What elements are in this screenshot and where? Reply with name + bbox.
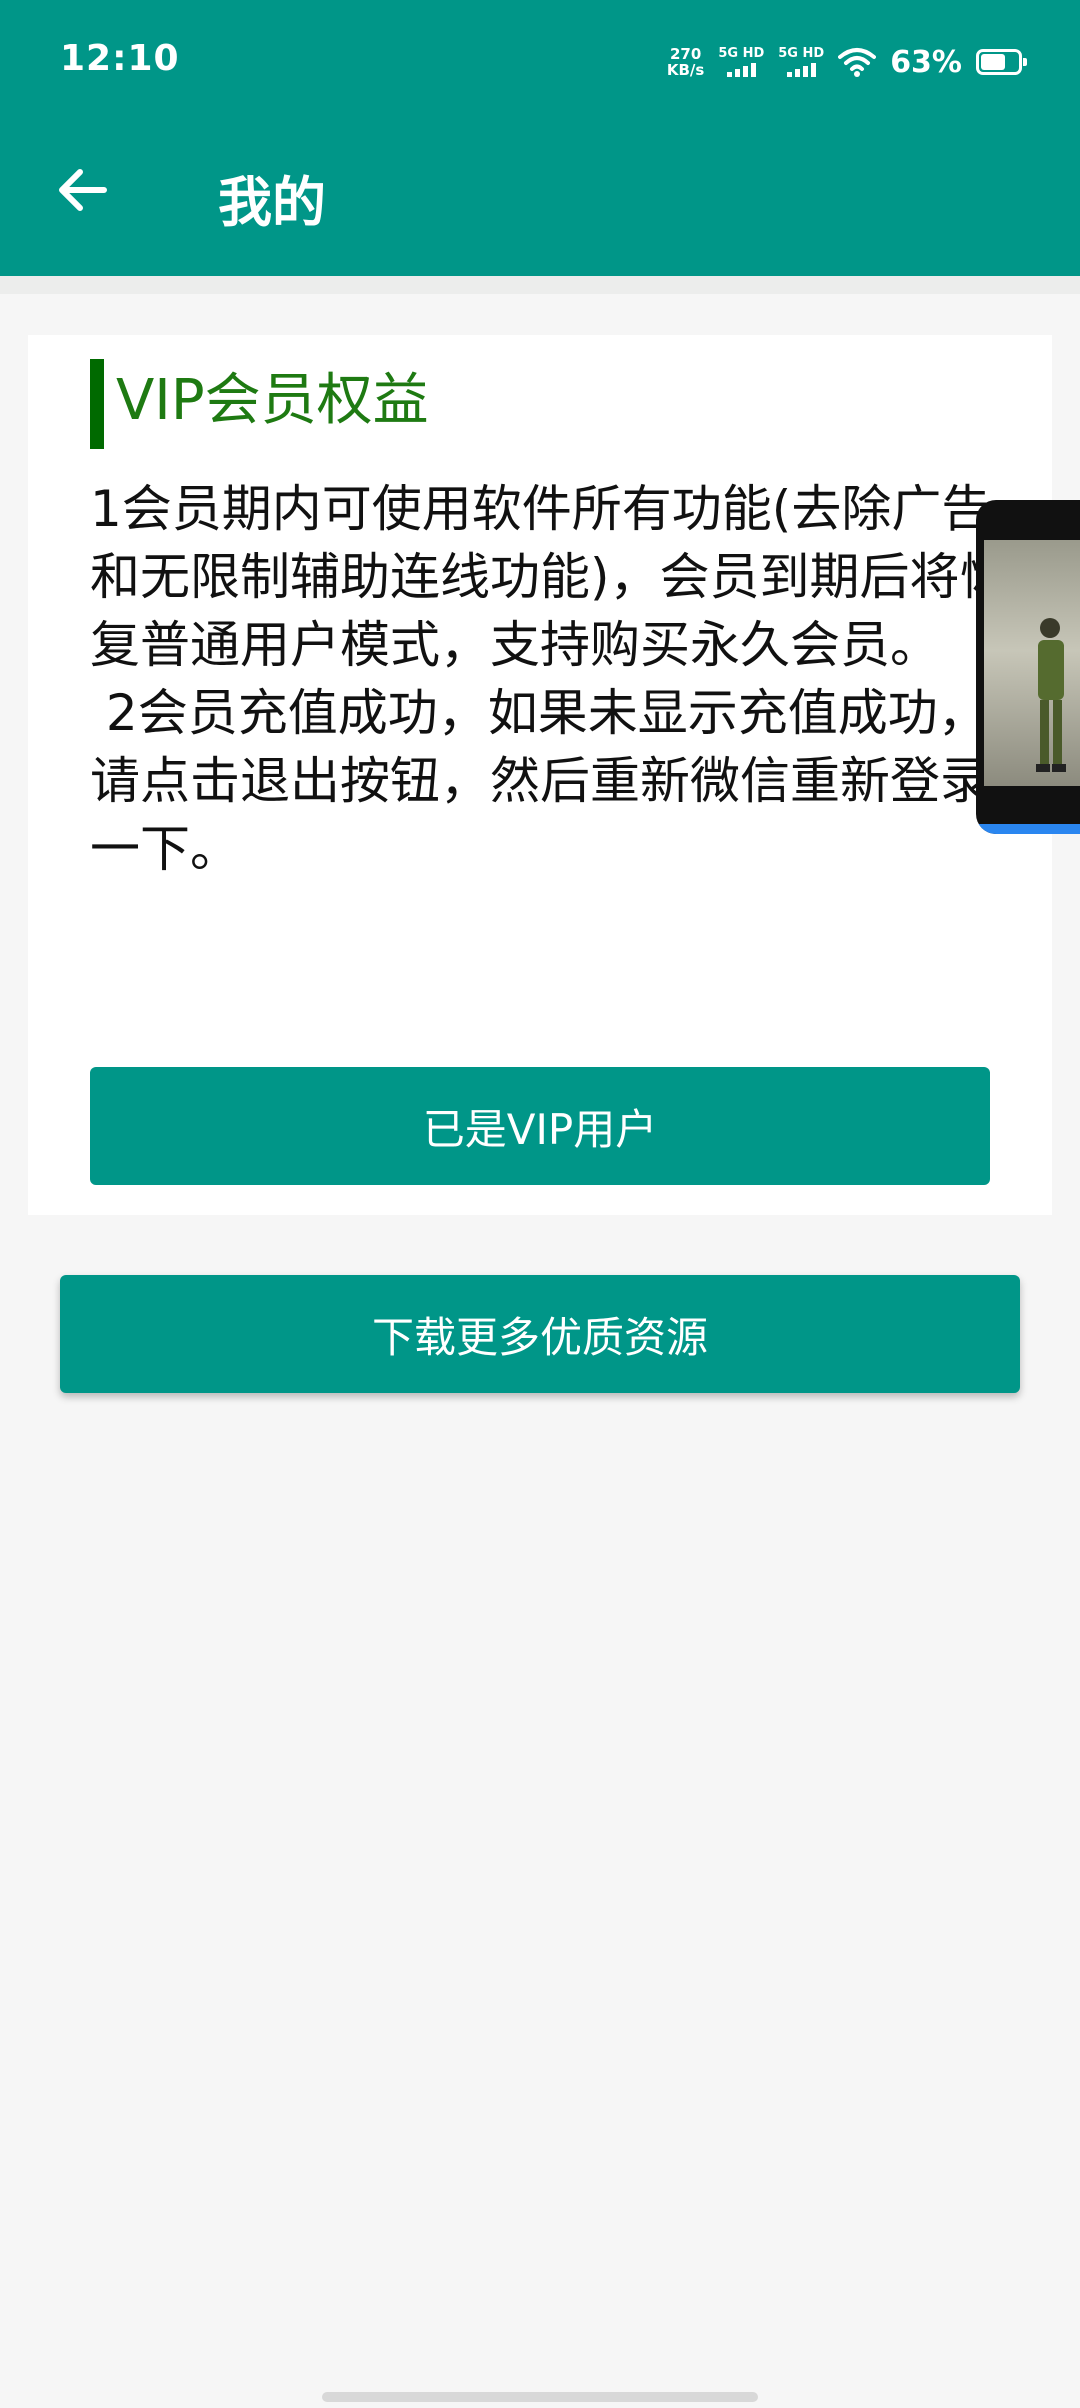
sim1-label: 5G HD <box>718 46 765 61</box>
vip-status-button[interactable]: 已是VIP用户 <box>90 1067 990 1185</box>
floating-video-window[interactable] <box>976 500 1080 834</box>
network-speed-value: 270 <box>669 45 702 63</box>
vip-benefits-title: VIP会员权益 <box>116 368 429 433</box>
vip-benefits-card: VIP会员权益 1会员期内可使用软件所有功能(去除广告和无限制辅助连线功能)，会… <box>28 335 1052 1215</box>
header-divider <box>0 276 1080 294</box>
arrow-left-icon <box>59 169 107 211</box>
status-time: 12:10 <box>60 38 180 79</box>
sim2-label: 5G HD <box>778 46 825 61</box>
video-thumbnail <box>984 540 1080 786</box>
network-speed: 270 KB/s <box>667 46 704 78</box>
status-icons: 270 KB/s 5G HD 5G HD 63% <box>667 42 1027 82</box>
video-progress-bar <box>976 824 1080 834</box>
signal-icon: 5G HD <box>778 47 824 77</box>
battery-icon <box>976 49 1027 75</box>
network-speed-unit: KB/s <box>666 61 705 79</box>
home-indicator[interactable] <box>322 2392 758 2402</box>
person-figure <box>1036 618 1066 772</box>
status-bar: 12:10 270 KB/s 5G HD 5G HD 63% <box>0 0 1080 126</box>
app-header: 12:10 270 KB/s 5G HD 5G HD 63% 我的 <box>0 0 1080 276</box>
vip-benefits-description: 1会员期内可使用软件所有功能(去除广告和无限制辅助连线功能)，会员到期后将恢复普… <box>90 480 1010 878</box>
wifi-icon <box>838 48 877 77</box>
battery-percent: 63% <box>890 44 962 80</box>
page-title: 我的 <box>218 171 326 234</box>
download-more-button[interactable]: 下载更多优质资源 <box>60 1275 1020 1393</box>
signal-icon: 5G HD <box>718 47 764 77</box>
title-accent-bar <box>90 359 104 449</box>
back-button[interactable] <box>52 160 112 220</box>
